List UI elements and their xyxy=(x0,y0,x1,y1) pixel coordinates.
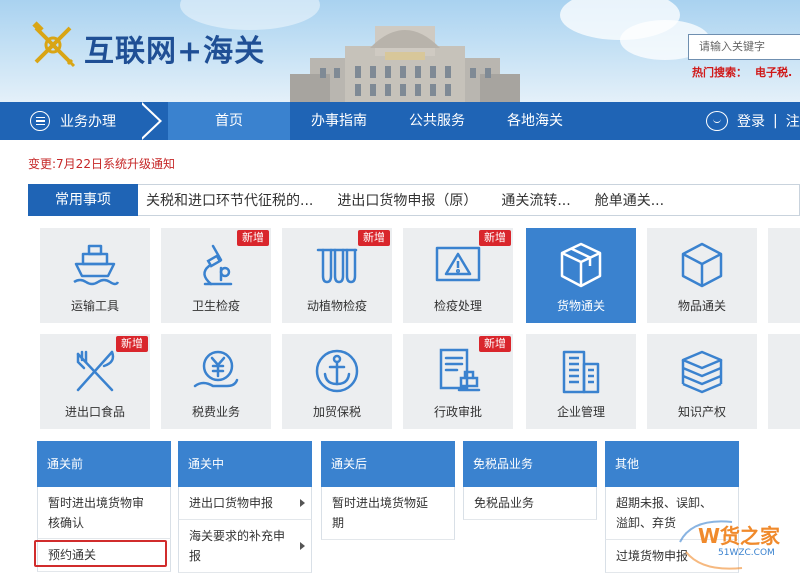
tile-partial xyxy=(768,228,800,323)
highlight-box xyxy=(34,540,167,567)
tile-tax-fees[interactable]: 税费业务 xyxy=(161,334,271,429)
hot-search: 热门搜索： 电子税. xyxy=(692,64,792,80)
tile-animal-plant-quarantine[interactable]: 动植物检疫 新增 xyxy=(282,228,392,323)
fork-knife-icon xyxy=(76,350,115,392)
customs-building-image xyxy=(290,26,520,102)
nav-items: 首页 办事指南 公共服务 各地海关 xyxy=(168,102,584,140)
tile-partial xyxy=(768,334,800,429)
tile-label: 行政审批 xyxy=(433,405,482,419)
tile-import-export-food[interactable]: 进出口食品 新增 xyxy=(40,334,150,429)
main-navbar: 业务办理 首页 办事指南 公共服务 各地海关 登录 | 注 xyxy=(0,102,800,140)
quick-links: 关税和进口环节代征税的... 进出口货物申报（原） 通关流转... 舱单通关..… xyxy=(146,185,688,215)
tile-label: 检疫处理 xyxy=(433,299,482,313)
column-link-label: 免税品业务 xyxy=(474,496,535,510)
test-tubes-icon xyxy=(316,248,358,284)
column-link-label: 海关要求的补充申报 xyxy=(189,529,286,563)
tile-intellectual-property[interactable]: 知识产权 xyxy=(647,334,757,429)
menu-icon xyxy=(30,111,50,131)
tab-common-items[interactable]: 常用事项 xyxy=(28,184,138,216)
column-duty-free: 免税品业务 免税品业务 xyxy=(463,441,597,520)
column-link[interactable]: 暂时进出境货物审核确认 xyxy=(37,487,171,539)
column-link[interactable]: 进出口货物申报 xyxy=(178,487,312,520)
document-stamp-icon xyxy=(439,348,481,392)
books-icon xyxy=(681,350,723,394)
tile-label: 货物通关 xyxy=(556,299,605,313)
new-badge: 新增 xyxy=(116,336,148,352)
tile-label: 税费业务 xyxy=(191,405,240,419)
tile-goods-clearance[interactable]: 货物通关 xyxy=(526,228,636,323)
anchor-icon xyxy=(315,349,359,393)
tile-label: 动植物检疫 xyxy=(306,299,367,313)
column-link[interactable]: 暂时进出境货物延期 xyxy=(321,487,455,540)
tile-article-clearance[interactable]: 物品通关 xyxy=(647,228,757,323)
tile-label: 运输工具 xyxy=(70,299,119,313)
tile-label: 企业管理 xyxy=(556,405,605,419)
new-badge: 新增 xyxy=(479,336,511,352)
column-link-label: 暂时进出境货物延期 xyxy=(332,496,429,530)
ship-icon xyxy=(73,244,120,286)
column-link-label: 进出口货物申报 xyxy=(189,496,274,510)
column-link[interactable]: 海关要求的补充申报 xyxy=(178,520,312,573)
tile-transport[interactable]: 运输工具 xyxy=(40,228,150,323)
tile-enterprise-management[interactable]: 企业管理 xyxy=(526,334,636,429)
tile-label: 进出口食品 xyxy=(64,405,125,419)
header-banner: 互联网+海关 请输入关键字 热门搜索： 电子税. xyxy=(0,0,800,102)
new-badge: 新增 xyxy=(358,230,390,246)
login-link[interactable]: 登录 xyxy=(737,111,765,131)
quick-link[interactable]: 通关流转... xyxy=(501,190,570,210)
customs-emblem-icon xyxy=(32,21,76,68)
column-header[interactable]: 通关后 xyxy=(321,441,455,487)
login-area: 登录 | 注 xyxy=(706,102,800,140)
column-link-label: 暂时进出境货物审核确认 xyxy=(48,496,145,530)
tile-quarantine-treatment[interactable]: 检疫处理 新增 xyxy=(403,228,513,323)
hot-search-keyword[interactable]: 电子税. xyxy=(755,66,792,79)
business-menu-label: 业务办理 xyxy=(60,114,116,130)
warning-sign-icon xyxy=(435,246,481,282)
system-notice-link[interactable]: 变更:7月22日系统升级通知 xyxy=(28,155,175,172)
watermark-text: W货之家 xyxy=(698,524,781,548)
nav-item-local-customs[interactable]: 各地海关 xyxy=(486,102,584,140)
hot-search-label: 热门搜索： xyxy=(692,66,747,79)
chevron-right-icon xyxy=(300,499,305,507)
column-header[interactable]: 通关前 xyxy=(37,441,171,487)
tile-label: 物品通关 xyxy=(677,299,726,313)
site-title[interactable]: 互联网+海关 xyxy=(84,26,265,70)
cargo-box-icon xyxy=(560,242,602,288)
new-badge: 新增 xyxy=(237,230,269,246)
yuan-coin-hand-icon xyxy=(193,350,239,388)
common-items-tabbar: 常用事项 关税和进口环节代征税的... 进出口货物申报（原） 通关流转... 舱… xyxy=(28,184,800,216)
column-header[interactable]: 免税品业务 xyxy=(463,441,597,487)
register-link[interactable]: 注 xyxy=(786,111,800,131)
building-icon xyxy=(562,350,600,394)
separator: | xyxy=(773,113,778,129)
nav-item-public-service[interactable]: 公共服务 xyxy=(388,102,486,140)
business-menu-button[interactable]: 业务办理 xyxy=(0,102,158,140)
nav-item-home[interactable]: 首页 xyxy=(168,102,290,140)
quick-link[interactable]: 进出口货物申报（原） xyxy=(337,190,477,210)
watermark-url: 51WZC.COM xyxy=(718,548,775,558)
tile-health-quarantine[interactable]: 卫生检疫 新增 xyxy=(161,228,271,323)
column-during-clearance: 通关中 进出口货物申报 海关要求的补充申报 xyxy=(178,441,312,573)
chat-icon[interactable] xyxy=(706,111,728,131)
column-after-clearance: 通关后 暂时进出境货物延期 xyxy=(321,441,455,540)
tile-label: 卫生检疫 xyxy=(191,299,240,313)
tile-processing-trade-bonded[interactable]: 加贸保税 xyxy=(282,334,392,429)
tile-administrative-approval[interactable]: 行政审批 新增 xyxy=(403,334,513,429)
new-badge: 新增 xyxy=(479,230,511,246)
quick-link[interactable]: 舱单通关... xyxy=(595,190,664,210)
tile-label: 加贸保税 xyxy=(312,405,361,419)
microscope-icon xyxy=(203,244,233,286)
column-header[interactable]: 通关中 xyxy=(178,441,312,487)
column-link[interactable]: 免税品业务 xyxy=(463,487,597,520)
column-header[interactable]: 其他 xyxy=(605,441,739,487)
quick-link[interactable]: 关税和进口环节代征税的... xyxy=(146,190,313,210)
nav-divider xyxy=(139,102,159,140)
cube-icon xyxy=(681,242,723,288)
tile-label: 知识产权 xyxy=(677,405,726,419)
nav-item-guide[interactable]: 办事指南 xyxy=(290,102,388,140)
chevron-right-icon xyxy=(300,542,305,550)
search-input[interactable]: 请输入关键字 xyxy=(688,34,800,60)
